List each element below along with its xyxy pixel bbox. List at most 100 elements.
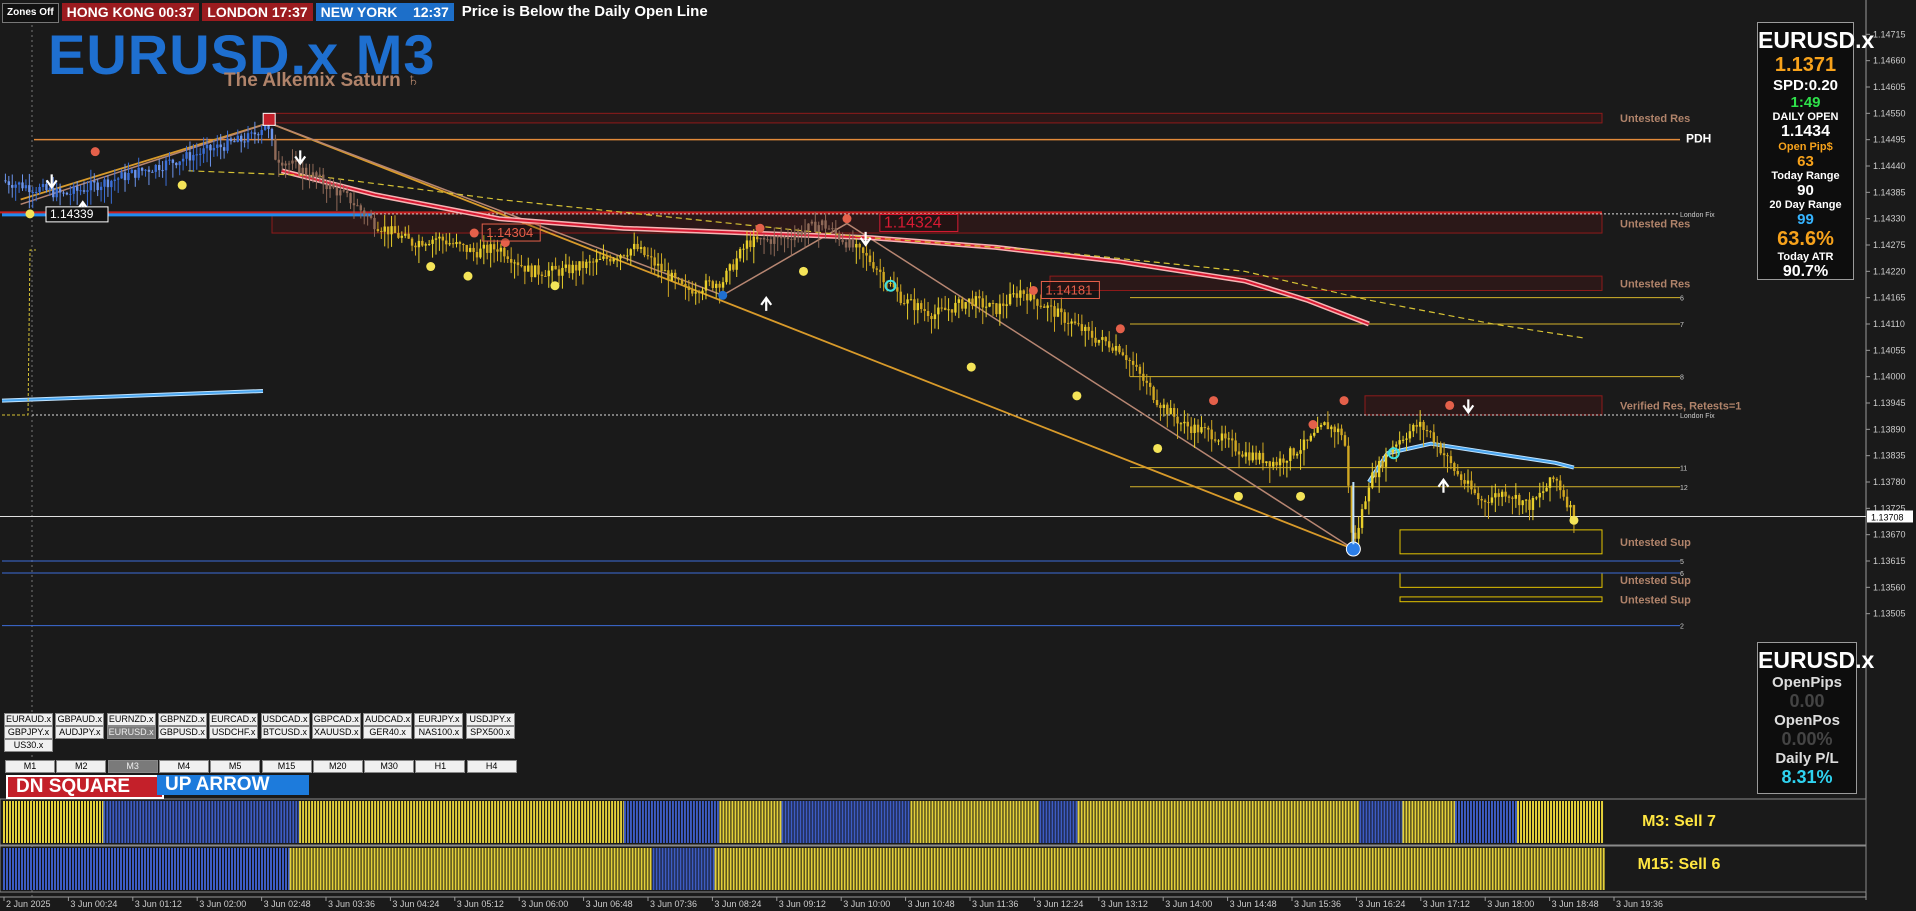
heatmap-bar <box>1254 848 1257 890</box>
heatmap-bar <box>826 801 829 843</box>
price-label: 1.14339 <box>50 207 94 221</box>
heatmap-bar <box>401 801 404 843</box>
heatmap-bar <box>517 848 520 890</box>
pair-button-gbpusd[interactable]: GBPUSD.x <box>157 726 207 739</box>
heatmap-bar <box>861 848 864 890</box>
candle-body <box>950 309 954 313</box>
heatmap-bar <box>1122 801 1125 843</box>
heatmap-bar <box>973 801 976 843</box>
heatmap-bar <box>319 848 322 890</box>
pair-button-eurcad[interactable]: EURCAD.x <box>209 713 259 726</box>
heatmap-bar <box>1182 801 1185 843</box>
pair-button-eurjpy[interactable]: EURJPY.x <box>414 713 464 726</box>
pair-button-eurusd[interactable]: EURUSD.x <box>106 726 156 739</box>
heatmap-bar <box>1377 848 1380 890</box>
heatmap-bar <box>1092 801 1095 843</box>
candle-body <box>988 302 991 307</box>
candle-body <box>1022 290 1025 294</box>
heatmap-bar <box>548 801 551 843</box>
pair-button-euraud[interactable]: EURAUD.x <box>4 713 53 726</box>
heatmap-bar <box>767 801 770 843</box>
heatmap-bar <box>732 848 735 890</box>
heatmap-bar <box>1063 801 1066 843</box>
timeframe-button-m2[interactable]: M2 <box>56 760 107 773</box>
timeframe-button-m1[interactable]: M1 <box>5 760 55 773</box>
timeframe-button-m30[interactable]: M30 <box>364 760 415 773</box>
heatmap-bar <box>349 848 352 890</box>
pair-button-nas100[interactable]: NAS100.x <box>414 726 464 739</box>
pair-button-gbpnzd[interactable]: GBPNZD.x <box>157 713 207 726</box>
heatmap-bar <box>1326 848 1329 890</box>
heatmap-bar <box>1441 801 1444 843</box>
heatmap-bar <box>1311 801 1314 843</box>
candle-body <box>1248 452 1251 461</box>
heatmap-bar <box>1508 801 1511 843</box>
pair-button-usdjpy[interactable]: USDJPY.x <box>465 713 515 726</box>
heatmap-bar <box>1020 848 1023 890</box>
candle-body <box>1254 452 1258 460</box>
heatmap-bar <box>659 801 662 843</box>
pair-button-gbpaud[interactable]: GBPAUD.x <box>55 713 105 726</box>
panel2-daily-pl-label: Daily P/L <box>1775 750 1839 767</box>
y-tick-label: 1.13835 <box>1873 451 1906 461</box>
pair-button-audcad[interactable]: AUDCAD.x <box>363 713 413 726</box>
heatmap-bar <box>870 848 873 890</box>
pair-button-usdchf[interactable]: USDCHF.x <box>209 726 259 739</box>
heatmap-bar <box>701 801 704 843</box>
pair-button-gbpjpy[interactable]: GBPJPY.x <box>4 726 53 739</box>
heatmap-bar <box>1054 801 1057 843</box>
heatmap-bar <box>90 801 92 843</box>
pair-button-gbpcad[interactable]: GBPCAD.x <box>311 713 361 726</box>
timeframe-button-h4[interactable]: H4 <box>466 760 517 773</box>
timeframe-button-m3[interactable]: M3 <box>107 760 158 773</box>
timeframe-button-m5[interactable]: M5 <box>210 760 261 773</box>
heatmap-bar <box>972 848 975 890</box>
pair-button-spx500[interactable]: SPX500.x <box>465 726 515 739</box>
pair-button-usdcad[interactable]: USDCAD.x <box>260 713 310 726</box>
heatmap-bar <box>802 801 805 843</box>
candle-body <box>11 185 14 188</box>
heatmap-bar <box>625 848 628 890</box>
pair-button-eurnzd[interactable]: EURNZD.x <box>106 713 156 726</box>
heatmap-bar <box>1410 848 1413 890</box>
heatmap-bar <box>752 801 755 843</box>
heatmap-bar <box>33 848 35 890</box>
heatmap-bar <box>177 848 179 890</box>
candle-body <box>776 236 779 238</box>
zones-toggle-button[interactable]: Zones Off <box>2 3 59 23</box>
heatmap-bar <box>1539 848 1542 890</box>
timeframe-button-m4[interactable]: M4 <box>158 760 209 773</box>
pair-button-audjpy[interactable]: AUDJPY.x <box>55 726 105 739</box>
heatmap-bar <box>1514 801 1517 843</box>
heatmap-bar <box>747 848 750 890</box>
candle-body <box>390 226 393 235</box>
pair-button-ger40[interactable]: GER40.x <box>363 726 413 739</box>
pair-button-xauusd[interactable]: XAUUSD.x <box>311 726 361 739</box>
heatmap-bar <box>9 848 11 890</box>
timeframe-button-m15[interactable]: M15 <box>261 760 312 773</box>
heatmap-bar <box>466 848 469 890</box>
sr-zone <box>1399 596 1603 603</box>
pair-button-us30[interactable]: US30.x <box>4 739 53 752</box>
heatmap-bar <box>643 848 646 890</box>
heatmap-bar <box>259 801 262 843</box>
heatmap-bar <box>1593 848 1596 890</box>
heatmap-bar <box>770 801 773 843</box>
heatmap-bar <box>602 801 605 843</box>
heatmap-bar <box>1469 801 1472 843</box>
timeframe-button-m20[interactable]: M20 <box>312 760 363 773</box>
heatmap-bar <box>398 801 401 843</box>
candle-body <box>1507 496 1511 498</box>
heatmap-bar <box>279 848 281 890</box>
trendline <box>268 122 1354 550</box>
candle-body <box>1360 509 1364 528</box>
heatmap-bar <box>1538 801 1541 843</box>
pair-button-btcusd[interactable]: BTCUSD.x <box>260 726 310 739</box>
panel2-open-pips: 0.00 <box>1789 691 1825 711</box>
heatmap-bar <box>988 801 991 843</box>
heatmap-bar <box>87 848 89 890</box>
heatmap-bar <box>1308 848 1311 890</box>
candle-body <box>458 242 462 244</box>
candle-body <box>257 134 260 136</box>
timeframe-button-h1[interactable]: H1 <box>415 760 466 773</box>
